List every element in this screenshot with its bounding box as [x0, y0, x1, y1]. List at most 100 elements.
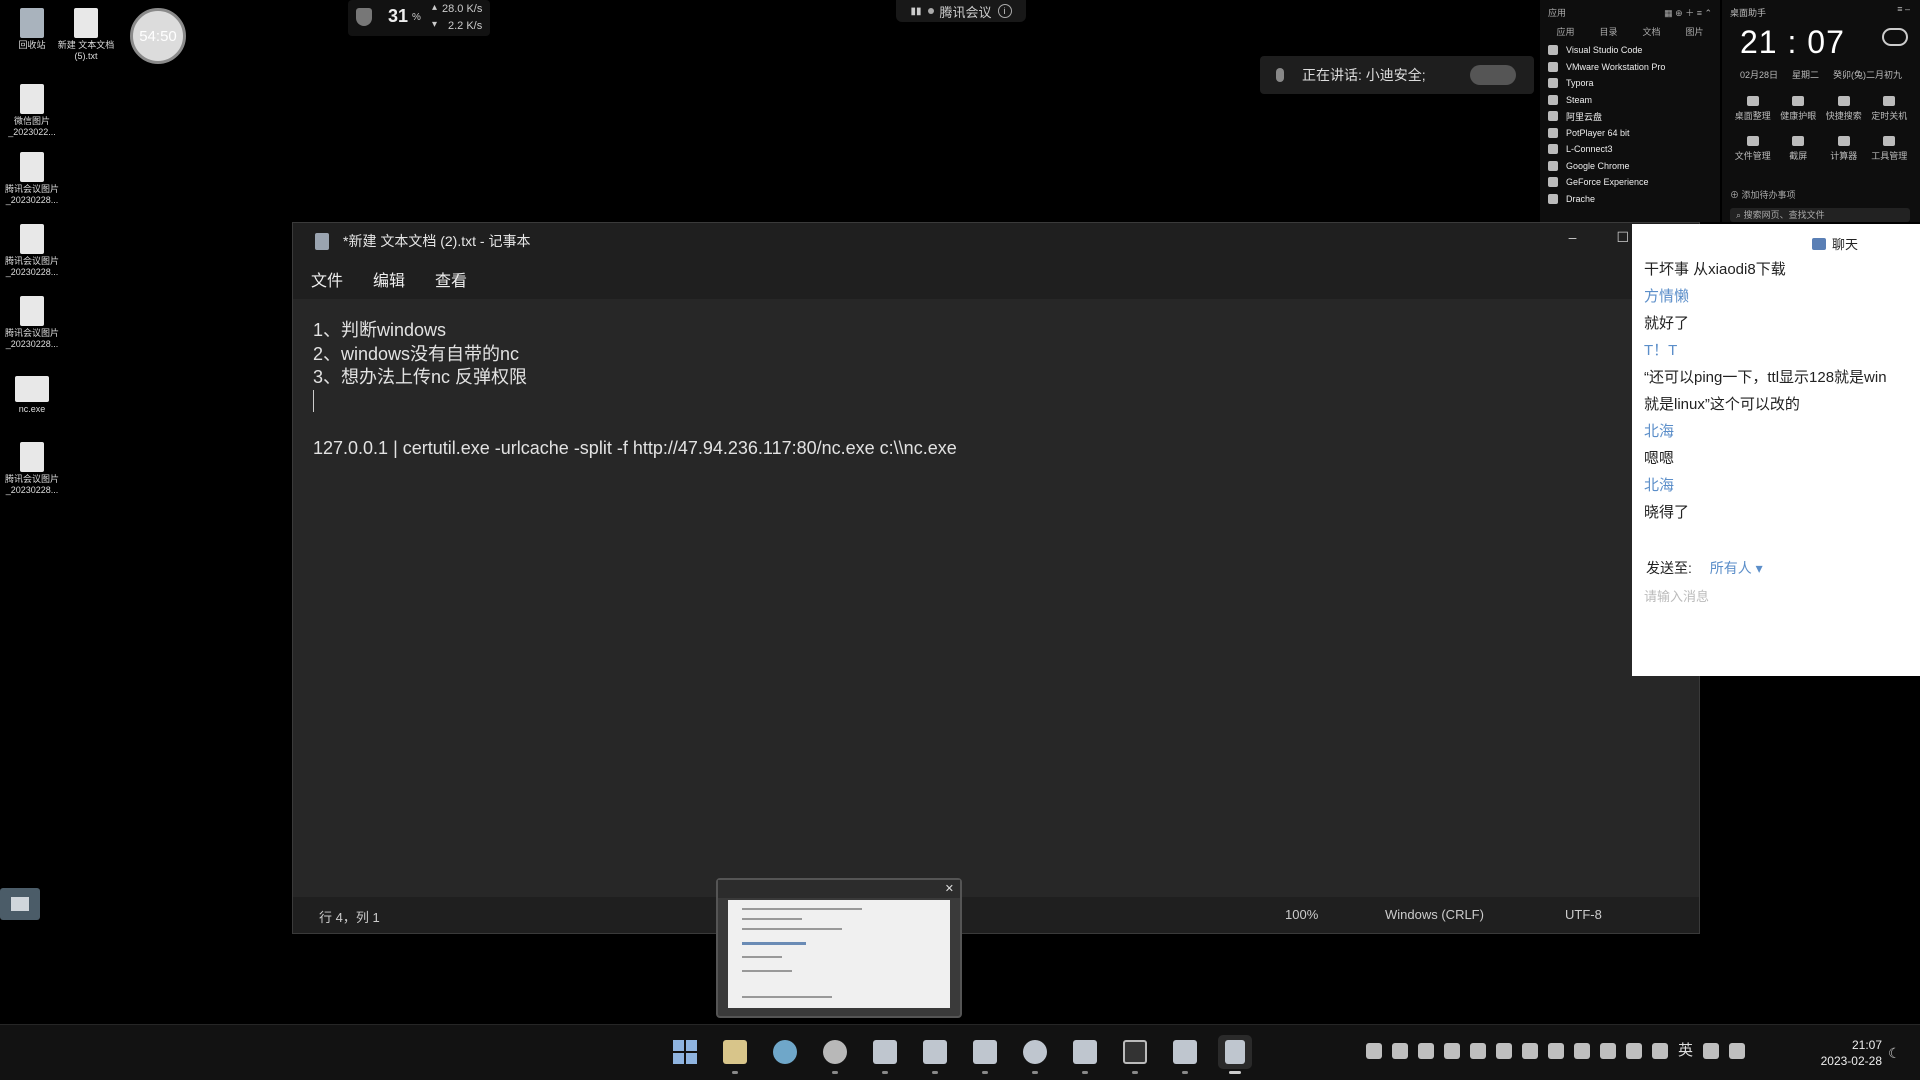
weather-cloud-icon[interactable] — [1882, 28, 1908, 46]
taskbar-edge[interactable] — [768, 1035, 802, 1069]
desktop-icon-meeting-image[interactable]: 腾讯会议图片_20230228... — [0, 442, 64, 496]
desktop-icon-meeting-image[interactable]: 腾讯会议图片_20230228... — [0, 152, 64, 206]
tool-manager[interactable]: 工具管理 — [1867, 136, 1913, 162]
minimize-button[interactable]: – — [1569, 229, 1577, 246]
launcher-tab-images[interactable]: 图片 — [1685, 25, 1703, 38]
tool-eye-care[interactable]: 健康护眼 — [1776, 96, 1822, 122]
meeting-bar[interactable]: ▮▮ 腾讯会议 i — [896, 0, 1026, 22]
network-monitor[interactable]: 31 % ▴ 28.0 K/s ▾ 2.2 K/s — [348, 0, 490, 36]
launcher-app-geforce[interactable]: GeForce Experience — [1540, 174, 1720, 191]
taskbar-file-explorer[interactable] — [718, 1035, 752, 1074]
tool-desktop-organize[interactable]: 桌面整理 — [1730, 96, 1776, 122]
signal-icon: ▮▮ — [910, 5, 922, 17]
nvidia-tray-icon[interactable] — [1418, 1043, 1434, 1059]
monitor-tray-icon[interactable] — [1703, 1043, 1720, 1059]
desktop-icon-meeting-image[interactable]: 腾讯会议图片_20230228... — [0, 296, 64, 350]
launcher-app-drache[interactable]: Drache — [1540, 191, 1720, 208]
speaker-tray-icon[interactable] — [1729, 1043, 1746, 1059]
add-todo-button[interactable]: ⊕ 添加待办事项 — [1730, 188, 1796, 201]
notepad-text-area[interactable]: 1、判断windows 2、windows没有自带的nc 3、想办法上传nc 反… — [313, 319, 1679, 460]
tool-screenshot[interactable]: 截屏 — [1776, 136, 1822, 162]
desktop-icon-text-file[interactable]: 新建 文本文档 (5).txt — [52, 8, 120, 62]
geforce-icon — [1548, 177, 1558, 188]
menu-file[interactable]: 文件 — [311, 267, 343, 291]
chat-panel: 聊天 干坏事 从xiaodi8下载 方情懒 就好了 T！T “还可以ping一下… — [1632, 224, 1920, 676]
typora-tray-icon[interactable] — [1444, 1043, 1460, 1059]
taskbar-photos[interactable] — [968, 1035, 1002, 1074]
chat-sender: T！T — [1644, 342, 1678, 359]
launcher-app-lconnect[interactable]: L-Connect3 — [1540, 141, 1720, 158]
usb-tray-icon[interactable] — [1626, 1043, 1642, 1059]
side-widget-button[interactable] — [0, 888, 40, 920]
start-button[interactable] — [668, 1035, 702, 1069]
info-icon[interactable]: i — [997, 4, 1012, 18]
send-to-dropdown[interactable]: 所有人 ▾ — [1710, 560, 1763, 576]
launcher-tab-folders[interactable]: 目录 — [1599, 25, 1617, 38]
taskbar-notepad[interactable] — [1218, 1035, 1252, 1074]
desktop-icon-label: 腾讯会议图片_20230228... — [4, 184, 59, 205]
photos-tray-icon[interactable] — [1366, 1043, 1382, 1059]
launcher-controls-icon[interactable]: ▦ ⊕ ＋ ≡ ⌃ — [1664, 6, 1712, 19]
vmware-icon — [1173, 1040, 1197, 1064]
desktop-organize-icon — [1746, 96, 1759, 106]
feishu-icon — [1073, 1040, 1097, 1064]
image-file-icon — [20, 442, 44, 472]
taskbar-feishu[interactable] — [1068, 1035, 1102, 1074]
chat-tray-icon[interactable] — [1522, 1043, 1538, 1059]
close-icon[interactable]: ✕ — [945, 882, 954, 895]
taskbar-chrome[interactable] — [818, 1035, 852, 1074]
running-indicator — [1032, 1071, 1038, 1074]
clock-tray-icon[interactable] — [1496, 1043, 1512, 1059]
plus-icon — [1883, 136, 1896, 146]
assistant-menu-icon[interactable]: ≡ – — [1897, 4, 1910, 14]
taskbar-typora[interactable] — [918, 1035, 952, 1074]
menu-view[interactable]: 查看 — [435, 267, 467, 291]
taskbar-vmware[interactable] — [1168, 1035, 1202, 1074]
tool-calculator[interactable]: 计算器 — [1821, 136, 1867, 162]
input-method-indicator[interactable]: 英 — [1678, 1043, 1693, 1059]
notepad-titlebar[interactable]: *新建 文本文档 (2).txt - 记事本 — [293, 223, 1699, 259]
launcher-app-label: 阿里云盘 — [1566, 111, 1603, 122]
taskbar-remote-desktop[interactable] — [868, 1035, 902, 1074]
crop-icon — [1792, 136, 1805, 146]
desktop-icon-meeting-image[interactable]: 腾讯会议图片_20230228... — [0, 224, 64, 278]
assistant-clock: 21 : 07 — [1740, 24, 1845, 60]
launcher-app-chrome[interactable]: Google Chrome — [1540, 158, 1720, 175]
taskbar-steam[interactable] — [1018, 1035, 1052, 1074]
image-file-icon — [20, 152, 44, 182]
menu-edit[interactable]: 编辑 — [373, 267, 405, 291]
assistant-search-input[interactable]: ⌕ 搜索网页、查找文件 — [1730, 208, 1910, 222]
taskbar-window-preview[interactable]: ✕ — [716, 878, 962, 1018]
running-indicator — [732, 1071, 738, 1074]
shield-tray-icon[interactable] — [1392, 1043, 1408, 1059]
tool-quick-search[interactable]: 快捷搜索 — [1821, 96, 1867, 122]
tool-file-manager[interactable]: 文件管理 — [1730, 136, 1776, 162]
notification-moon-icon[interactable]: ☾ — [1888, 1045, 1901, 1062]
launcher-app-potplayer[interactable]: PotPlayer 64 bit — [1540, 125, 1720, 142]
launcher-app-aliyun-drive[interactable]: 阿里云盘 — [1540, 108, 1720, 125]
desktop-icon-wechat-image[interactable]: 微信图片_2023022... — [0, 84, 64, 138]
potplayer-icon — [1548, 127, 1558, 138]
launcher-app-typora[interactable]: Typora — [1540, 75, 1720, 92]
tool-scheduled-shutdown[interactable]: 定时关机 — [1867, 96, 1913, 122]
apps-tray-icon[interactable] — [1600, 1043, 1616, 1059]
devices-tray-icon[interactable] — [1574, 1043, 1590, 1059]
desktop-icon-nc-exe[interactable]: nc.exe — [0, 376, 64, 415]
launcher-tab-docs[interactable]: 文档 — [1642, 25, 1660, 38]
maximize-button[interactable]: ☐ — [1616, 229, 1629, 246]
network-tray-icon[interactable] — [1548, 1043, 1564, 1059]
display-tray-icon[interactable] — [1470, 1043, 1486, 1059]
tool-label: 快捷搜索 — [1825, 111, 1862, 121]
chat-input[interactable]: 请输入消息 — [1644, 586, 1709, 605]
send-to-row: 发送至: 所有人 ▾ — [1646, 558, 1763, 578]
launcher-tab-apps[interactable]: 应用 — [1556, 25, 1574, 38]
countdown-timer[interactable]: 54:50 — [130, 8, 186, 64]
taskbar-terminal[interactable] — [1118, 1035, 1152, 1074]
taskbar-clock[interactable]: 21:07 2023-02-28 — [1800, 1037, 1882, 1069]
microphone-tray-icon[interactable] — [1652, 1043, 1668, 1059]
text-line: 1、判断windows — [313, 320, 447, 340]
launcher-app-vmware[interactable]: VMware Workstation Pro — [1540, 59, 1720, 76]
launcher-app-vscode[interactable]: Visual Studio Code — [1540, 42, 1720, 59]
launcher-app-steam[interactable]: Steam — [1540, 92, 1720, 109]
typora-icon — [1548, 78, 1558, 89]
